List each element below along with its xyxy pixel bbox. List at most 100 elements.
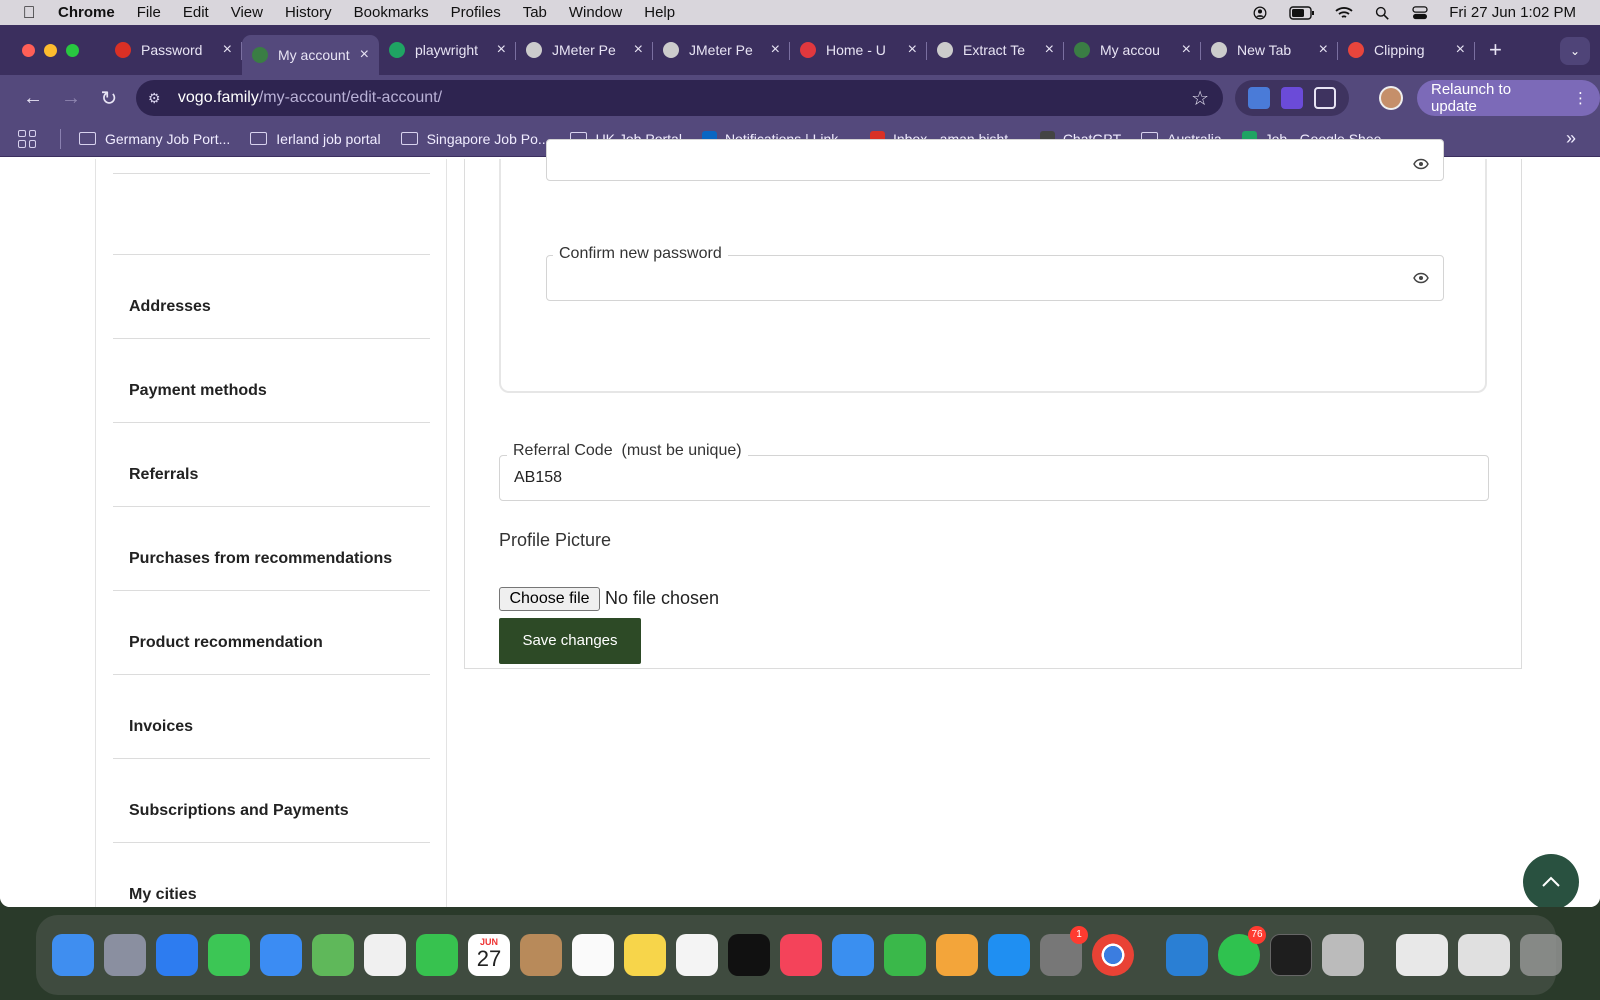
menu-window[interactable]: Window	[569, 4, 622, 21]
numbers-icon[interactable]	[884, 934, 926, 976]
browser-tab[interactable]: My accou ×	[1064, 32, 1201, 68]
trash-icon[interactable]	[1520, 934, 1562, 976]
menu-edit[interactable]: Edit	[183, 4, 209, 21]
menu-file[interactable]: File	[137, 4, 161, 21]
close-tab-icon[interactable]: ×	[634, 41, 643, 59]
close-tab-icon[interactable]: ×	[1045, 41, 1054, 59]
extension-icon[interactable]	[1281, 87, 1304, 109]
profile-avatar[interactable]	[1379, 86, 1403, 110]
freeform-icon[interactable]	[676, 934, 718, 976]
reload-icon[interactable]: ↻	[90, 86, 128, 111]
relaunch-to-update-button[interactable]: Relaunch to update ⋮	[1417, 80, 1600, 116]
sidebar-nav-item[interactable]: My cities	[113, 842, 430, 907]
eye-icon[interactable]	[1413, 272, 1429, 284]
extensions-puzzle-icon[interactable]	[1313, 87, 1336, 109]
browser-tab[interactable]: Password ×	[105, 32, 242, 68]
photos-icon[interactable]	[364, 934, 406, 976]
apple-menu-icon[interactable]: 	[0, 3, 58, 23]
bookmark-item[interactable]: Germany Job Port...	[79, 131, 230, 147]
browser-tab[interactable]: Extract Te ×	[927, 32, 1064, 68]
menubar-clock[interactable]: Fri 27 Jun 1:02 PM	[1449, 4, 1576, 21]
browser-tab[interactable]: playwright ×	[379, 32, 516, 68]
minimize-window-button[interactable]	[44, 43, 57, 57]
save-changes-button[interactable]: Save changes	[499, 618, 641, 664]
calendar-icon[interactable]: JUN 27	[468, 934, 510, 976]
bookmark-item[interactable]: Singapore Job Po...	[400, 131, 550, 147]
new-password-field[interactable]	[546, 139, 1444, 181]
menu-view[interactable]: View	[231, 4, 263, 21]
iphone-mirroring-icon[interactable]	[1322, 934, 1364, 976]
launchpad-icon[interactable]	[104, 934, 146, 976]
recent-document-thumbnail[interactable]	[1396, 934, 1448, 976]
tab-search-chevron-icon[interactable]: ⌄	[1560, 37, 1590, 65]
reminders-icon[interactable]	[572, 934, 614, 976]
url-text[interactable]: vogo.family/my-account/edit-account/	[178, 89, 442, 107]
sidebar-nav-item[interactable]: Subscriptions and Payments	[113, 758, 430, 842]
system-settings-icon[interactable]: 1	[1040, 926, 1088, 976]
browser-tab[interactable]: My account ×	[242, 35, 379, 75]
sidebar-nav-item[interactable]: Addresses	[113, 254, 430, 338]
back-arrow-icon[interactable]: ←	[14, 87, 52, 110]
more-menu-icon[interactable]: ⋮	[1573, 89, 1588, 107]
google-translate-extension-icon[interactable]	[1248, 87, 1271, 109]
close-tab-icon[interactable]: ×	[1456, 41, 1465, 59]
apps-grid-icon[interactable]	[18, 129, 36, 148]
sidebar-nav-item[interactable]: Referrals	[113, 422, 430, 506]
address-bar[interactable]: ⚙ vogo.family/my-account/edit-account/ ☆	[135, 80, 1224, 116]
forward-arrow-icon[interactable]: →	[52, 87, 90, 110]
vscode-icon[interactable]	[1166, 934, 1208, 976]
recent-document-thumbnail[interactable]	[1458, 934, 1510, 976]
chrome-dock-icon[interactable]	[1092, 934, 1134, 976]
close-tab-icon[interactable]: ×	[908, 41, 917, 59]
safari-icon[interactable]	[156, 934, 198, 976]
app-store-icon[interactable]	[988, 934, 1030, 976]
sidebar-nav-item[interactable]: Product recommendation	[113, 590, 430, 674]
apple-tv-icon[interactable]	[728, 934, 770, 976]
close-tab-icon[interactable]: ×	[360, 46, 369, 64]
bookmark-star-icon[interactable]: ☆	[1191, 86, 1209, 111]
finder-icon[interactable]	[52, 934, 94, 976]
choose-file-button[interactable]: Choose file	[499, 587, 600, 611]
close-tab-icon[interactable]: ×	[223, 41, 232, 59]
menu-tab[interactable]: Tab	[523, 4, 547, 21]
menu-app-name[interactable]: Chrome	[58, 4, 115, 21]
scroll-to-top-button[interactable]	[1523, 854, 1579, 907]
browser-tab[interactable]: JMeter Pe ×	[516, 32, 653, 68]
bookmarks-overflow-icon[interactable]: »	[1566, 128, 1576, 149]
close-tab-icon[interactable]: ×	[497, 41, 506, 59]
browser-tab[interactable]: Clipping ×	[1338, 32, 1475, 68]
sidebar-nav-item[interactable]: Purchases from recommendations	[113, 506, 430, 590]
terminal-icon[interactable]	[1270, 934, 1312, 976]
pages-icon[interactable]	[936, 934, 978, 976]
menu-help[interactable]: Help	[644, 4, 675, 21]
wifi-icon[interactable]	[1335, 6, 1353, 20]
messages-icon[interactable]	[208, 934, 250, 976]
menu-history[interactable]: History	[285, 4, 332, 21]
mail-icon[interactable]	[260, 934, 302, 976]
zoom-window-button[interactable]	[66, 43, 79, 57]
spotlight-search-icon[interactable]	[1373, 6, 1391, 20]
contacts-icon[interactable]	[520, 934, 562, 976]
notes-icon[interactable]	[624, 934, 666, 976]
close-window-button[interactable]	[22, 43, 35, 57]
keynote-icon[interactable]	[832, 934, 874, 976]
music-icon[interactable]	[780, 934, 822, 976]
close-tab-icon[interactable]: ×	[1319, 41, 1328, 59]
referral-code-field[interactable]: AB158	[499, 455, 1489, 501]
menu-bookmarks[interactable]: Bookmarks	[354, 4, 429, 21]
browser-tab[interactable]: New Tab ×	[1201, 32, 1338, 68]
whatsapp-icon[interactable]: 76	[1218, 926, 1266, 976]
menu-profiles[interactable]: Profiles	[451, 4, 501, 21]
site-info-icon[interactable]: ⚙	[148, 90, 170, 107]
close-tab-icon[interactable]: ×	[771, 41, 780, 59]
new-tab-button[interactable]: +	[1489, 37, 1502, 63]
maps-icon[interactable]	[312, 934, 354, 976]
sidebar-nav-item[interactable]: Invoices	[113, 674, 430, 758]
user-switch-icon[interactable]	[1251, 6, 1269, 20]
browser-tab[interactable]: Home - U ×	[790, 32, 927, 68]
browser-tab[interactable]: JMeter Pe ×	[653, 32, 790, 68]
sidebar-nav-item[interactable]: Payment methods	[113, 338, 430, 422]
facetime-icon[interactable]	[416, 934, 458, 976]
control-center-icon[interactable]	[1411, 5, 1429, 20]
bookmark-item[interactable]: Ierland job portal	[250, 131, 381, 147]
